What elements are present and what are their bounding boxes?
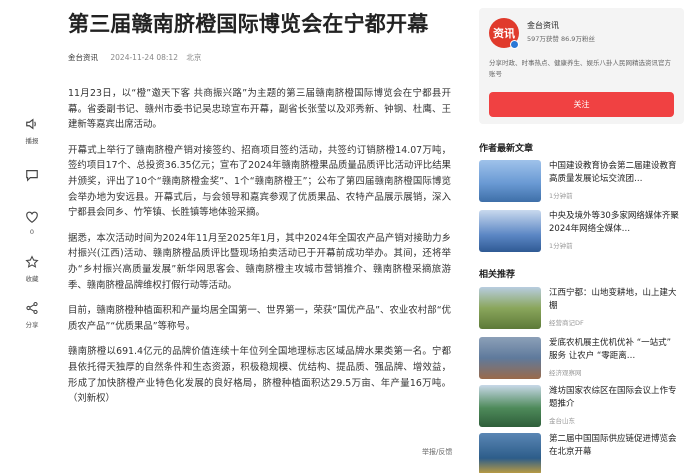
sound-icon	[26, 118, 36, 130]
article-body: 11月23日，以“橙”邀天下客 共商振兴路”为主题的第三届赣南脐橙国际博览会在宁…	[68, 86, 451, 417]
item-title: 潍坊国家农综区在国际会议上作专题推介	[549, 386, 677, 409]
list-item[interactable]: 爱底农机展主优机优补 “一站式” 服务 让农户 “零距离… 经济观察网	[479, 337, 684, 381]
item-title: 中国建设教育协会第二届建设教育高质量发展论坛交流团…	[549, 161, 677, 184]
list-item[interactable]: 潍坊国家农综区在国际会议上作专题推介 金台山东	[479, 385, 684, 429]
share-button[interactable]: 分享	[14, 292, 50, 338]
report-link[interactable]: 举报/反馈	[422, 447, 452, 457]
share-label: 分享	[25, 321, 39, 329]
thumbnail	[479, 337, 541, 379]
article-source[interactable]: 金台资讯	[68, 53, 98, 62]
item-meta: 1分钟前	[549, 242, 573, 250]
action-bar: 播报 0 收藏 分享	[14, 108, 50, 338]
author-name[interactable]: 金台资讯	[527, 20, 559, 31]
article-title: 第三届赣南脐橙国际博览会在宁都开幕	[68, 12, 429, 36]
like-icon	[26, 211, 38, 223]
favorite-button[interactable]: 收藏	[14, 246, 50, 292]
thumbnail	[479, 433, 541, 473]
author-desc: 分享时政、时事热点、健康养生、娱乐八卦人民网精选资讯官方账号	[489, 59, 671, 78]
share-icon	[26, 301, 38, 315]
item-title: 中央及境外等30多家网络媒体齐聚 2024年网络全媒体…	[549, 211, 679, 234]
article-paragraph: 据悉，本次活动时间为2024年11月至2025年1月，其中2024年全国农产品产…	[68, 232, 451, 291]
article-paragraph: 目前，赣南脐橙种植面积和产量均居全国第一、世界第一，荣获“国优产品”、农业农村部…	[68, 305, 451, 332]
latest-heading: 作者最新文章	[479, 144, 534, 154]
thumbnail	[479, 385, 541, 427]
thumbnail	[479, 160, 541, 202]
list-item[interactable]: 江西宁都：山地变耕地，山上建大棚 经营商记DF	[479, 287, 684, 331]
follow-button[interactable]: 关注	[489, 92, 674, 117]
like-count: 0	[29, 228, 35, 236]
verified-icon	[510, 40, 519, 49]
item-title: 第二届中国国际供应链促进博览会在北京开幕	[549, 434, 677, 457]
article-paragraph: 赣南脐橙以691.4亿元的品牌价值连续十年位列全国地理标志区域品牌水果类第一名。…	[68, 346, 451, 405]
list-item[interactable]: 中央及境外等30多家网络媒体齐聚 2024年网络全媒体… 1分钟前	[479, 210, 684, 254]
like-button[interactable]: 0	[14, 200, 50, 246]
listen-button[interactable]: 播报	[14, 108, 50, 154]
author-stats: 597万获赞 86.9万粉丝	[527, 35, 595, 43]
item-meta: 金台山东	[549, 417, 575, 425]
article-paragraph: 11月23日，以“橙”邀天下客 共商振兴路”为主题的第三届赣南脐橙国际博览会在宁…	[68, 88, 451, 131]
item-meta: 经济观察网	[549, 369, 582, 377]
star-icon	[25, 255, 39, 268]
favorite-label: 收藏	[25, 275, 39, 283]
comment-button[interactable]	[14, 154, 50, 200]
article-time: 2024-11-24 08:12	[110, 53, 178, 62]
item-meta: 1分钟前	[549, 192, 573, 200]
related-heading: 相关推荐	[479, 270, 516, 280]
article-paragraph: 开幕式上举行了赣南脐橙产销对接签约、招商项目签约活动，共签约订销脐橙14.07万…	[68, 144, 451, 219]
thumbnail	[479, 287, 541, 329]
comment-icon	[26, 170, 38, 182]
item-title: 江西宁都：山地变耕地，山上建大棚	[549, 288, 677, 311]
list-item[interactable]: 第二届中国国际供应链促进博览会在北京开幕	[479, 433, 684, 473]
listen-label: 播报	[25, 137, 39, 145]
thumbnail	[479, 210, 541, 252]
article-meta: 金台资讯 2024-11-24 08:12 北京	[68, 52, 207, 63]
author-card: 资讯 金台资讯 597万获赞 86.9万粉丝 分享时政、时事热点、健康养生、娱乐…	[479, 8, 684, 124]
list-item[interactable]: 中国建设教育协会第二届建设教育高质量发展论坛交流团… 1分钟前	[479, 160, 684, 204]
item-title: 爱底农机展主优机优补 “一站式” 服务 让农户 “零距离…	[549, 338, 672, 361]
item-meta: 经营商记DF	[549, 319, 584, 327]
article-location: 北京	[186, 53, 202, 62]
